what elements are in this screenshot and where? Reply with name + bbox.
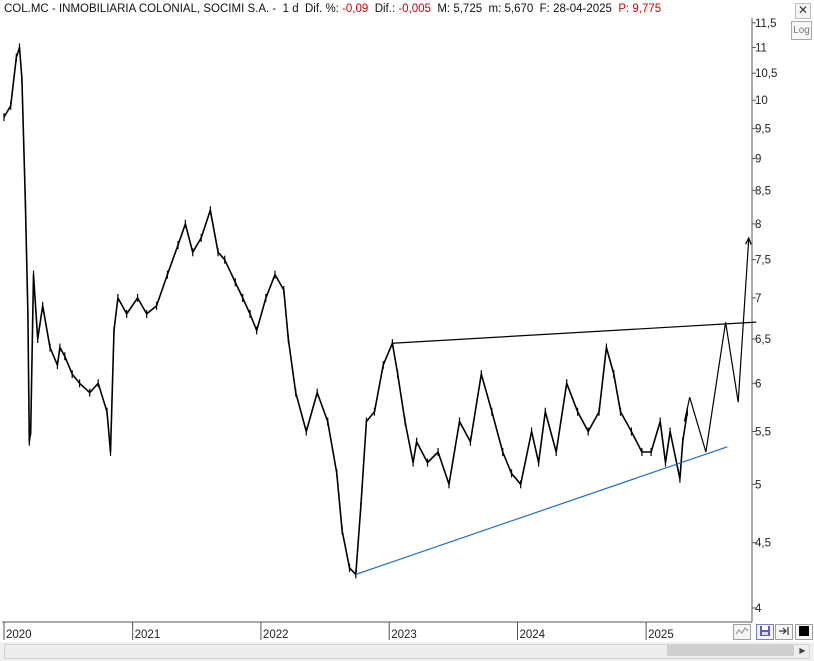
min-label: m:: [488, 3, 502, 15]
scroll-right-icon[interactable]: ▶: [797, 645, 808, 656]
x-tick-label: 2023: [391, 629, 417, 641]
y-tick-label: 4,5: [755, 538, 771, 550]
save-icon[interactable]: [756, 624, 774, 640]
move-icon[interactable]: [775, 624, 793, 640]
y-tick-label: 9,5: [755, 124, 771, 136]
close-icon[interactable]: ✕: [795, 3, 811, 19]
resistance-trendline: [392, 321, 757, 344]
symbol-label: COL.MC - INMOBILIARIA COLONIAL, SOCIMI S…: [4, 3, 277, 15]
trendline-layer: [355, 236, 757, 575]
y-tick-label: 7: [755, 293, 761, 305]
y-tick-label: 8,5: [755, 185, 771, 197]
date-label: F:: [539, 3, 550, 15]
y-tick-label: 6: [755, 378, 761, 390]
dif-value: -0,005: [398, 3, 431, 15]
max-label: M:: [437, 3, 451, 15]
y-tick-label: 4: [755, 603, 762, 615]
projection-path: [683, 237, 750, 453]
chart-window: 11,5 11 10,5 10 9,5 9 8,5 8 7,5 7 6,5 6 5,5 5 4,5 4 202…: [0, 0, 814, 661]
y-tick-label: 9: [755, 154, 761, 166]
x-tick-label: 2024: [520, 629, 546, 641]
x-axis-ticks: 2020 2021 2022 2023 2024 2025: [3, 622, 674, 641]
y-tick-label: 10,5: [755, 68, 777, 80]
x-tick-label: 2025: [648, 629, 674, 641]
y-tick-label: 5: [755, 479, 761, 491]
p-value: 9,775: [632, 3, 662, 15]
y-tick-label: 11,5: [755, 18, 777, 30]
price-series-layer: [3, 43, 689, 579]
dif-pct-value: -0,09: [342, 3, 369, 15]
support-trendline: [355, 446, 728, 575]
dif-pct-label: Dif. %:: [305, 3, 339, 15]
log-scale-button[interactable]: Log: [791, 21, 812, 40]
y-tick-label: 5,5: [755, 427, 771, 439]
p-label: P:: [618, 3, 630, 15]
date-value: 28-04-2025: [553, 3, 612, 15]
x-tick-label: 2022: [263, 629, 289, 641]
y-tick-label: 10: [755, 95, 768, 107]
scrollbar-thumb[interactable]: [667, 645, 794, 656]
period-label: 1 d: [282, 3, 299, 15]
price-chart[interactable]: 11,5 11 10,5 10 9,5 9 8,5 8 7,5 7 6,5 6 5,5 5 4,5 4 202…: [0, 0, 814, 661]
x-tick-label: 2020: [6, 629, 32, 641]
min-value: 5,670: [504, 3, 534, 15]
chart-style-icon[interactable]: [733, 624, 751, 640]
y-tick-label: 6,5: [755, 334, 771, 346]
color-swatch-icon[interactable]: [795, 624, 813, 640]
y-tick-label: 7,5: [755, 255, 771, 267]
y-tick-label: 11: [755, 42, 767, 54]
x-tick-label: 2021: [135, 629, 161, 641]
max-value: 5,725: [453, 3, 483, 15]
y-tick-label: 8: [755, 219, 761, 231]
dif-label: Dif.:: [374, 3, 396, 15]
chart-header: COL.MC - INMOBILIARIA COLONIAL, SOCIMI S…: [4, 3, 661, 19]
y-axis-ticks: 11,5 11 10,5 10 9,5 9 8,5 8 7,5 7 6,5 6 5,5 5 4,5 4: [752, 18, 777, 615]
